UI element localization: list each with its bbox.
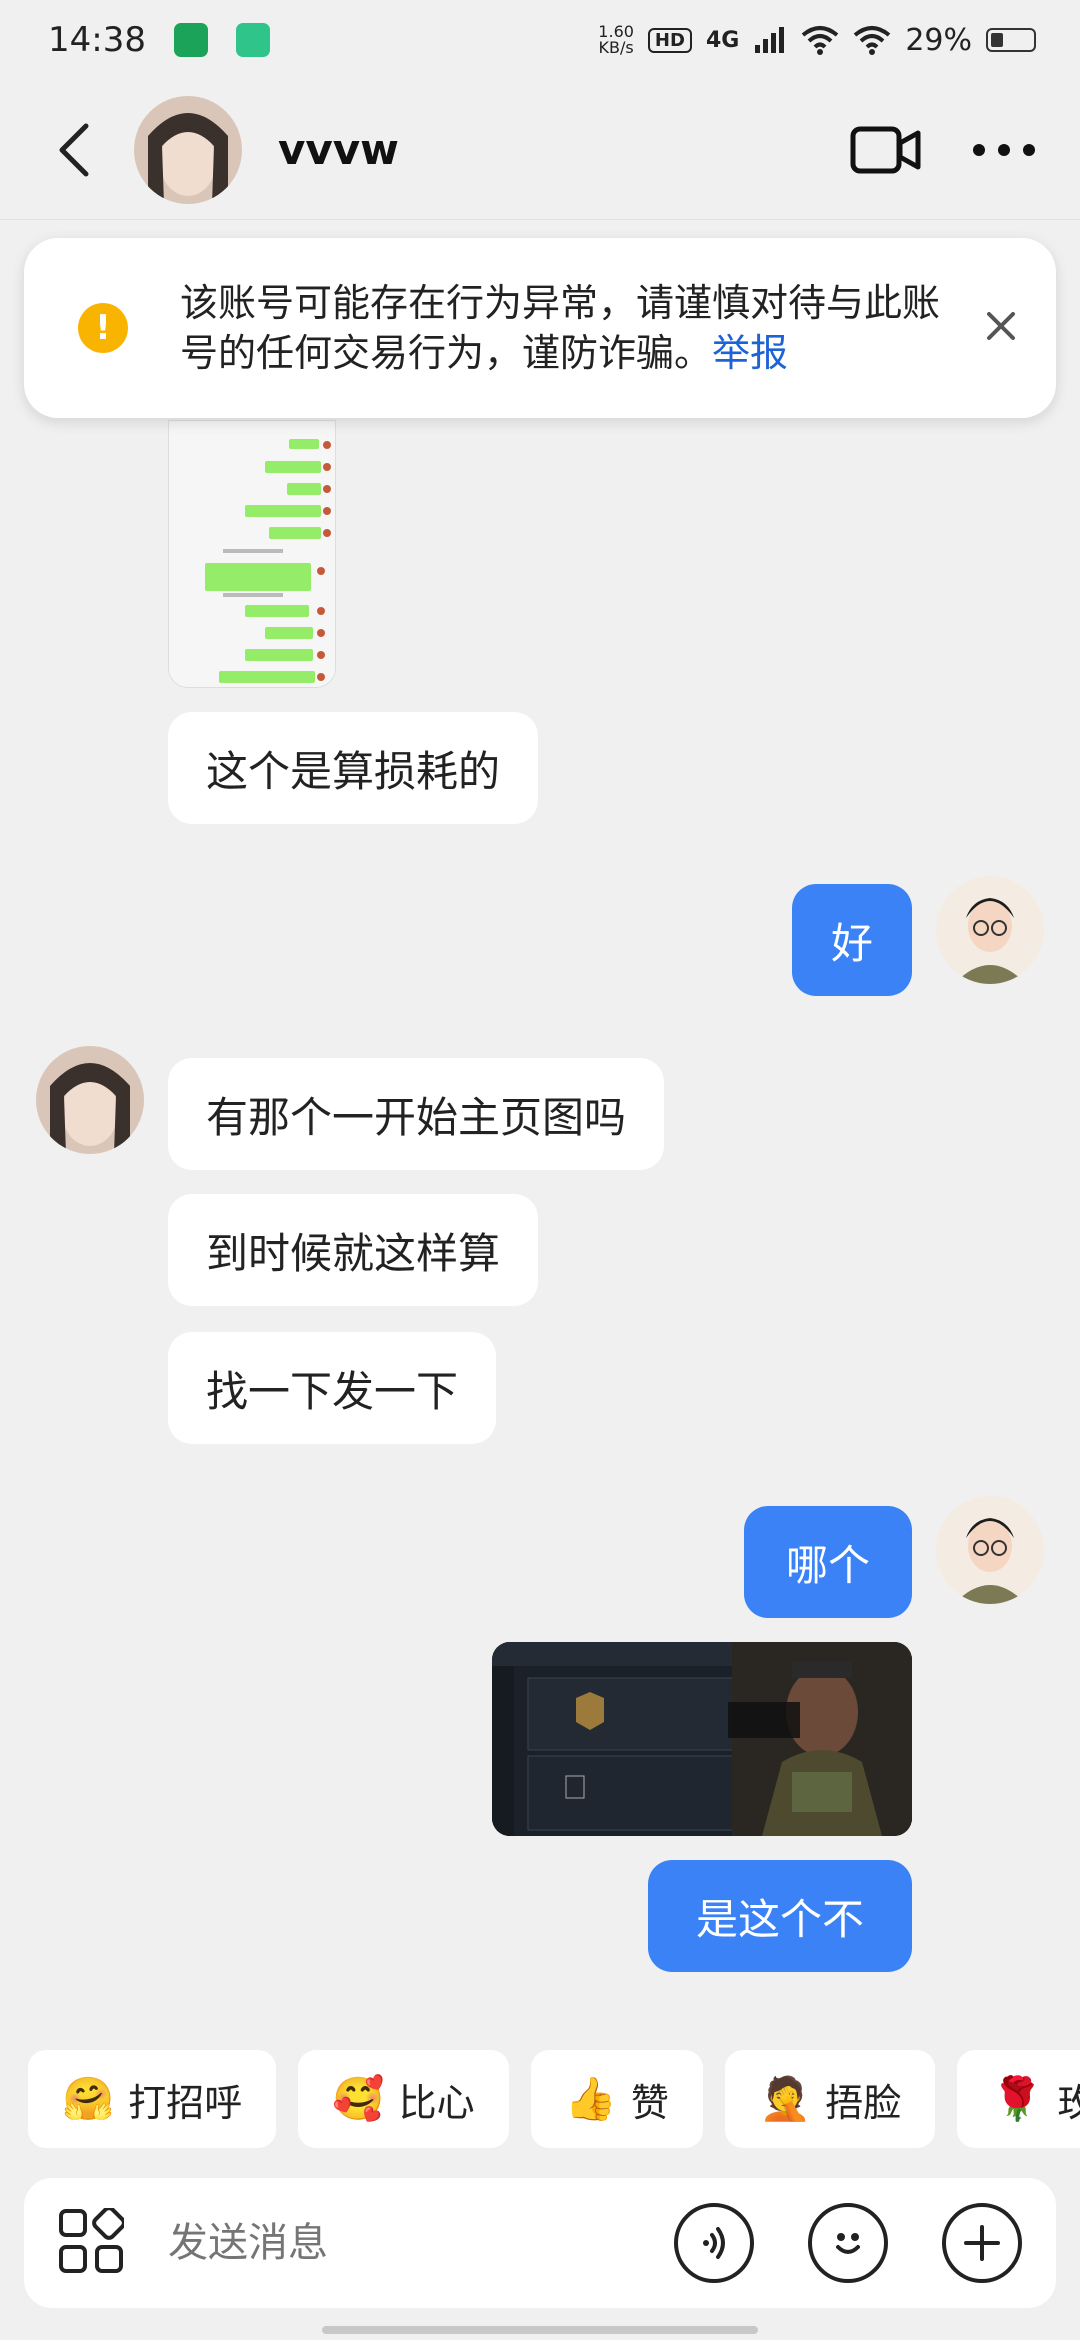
header-actions bbox=[850, 125, 1036, 175]
emoji-button[interactable] bbox=[808, 2203, 888, 2283]
outgoing-message[interactable]: 好 bbox=[792, 884, 912, 996]
app-notification-icon-2 bbox=[235, 23, 270, 57]
warning-message: 该账号可能存在行为异常，请谨慎对待与此账号的任何交易行为，谨防诈骗。 bbox=[180, 281, 941, 375]
report-link[interactable]: 举报 bbox=[712, 331, 788, 375]
quick-reply-label: 打招呼 bbox=[128, 2080, 243, 2125]
incoming-message[interactable]: 到时候就这样算 bbox=[168, 1194, 539, 1306]
chat-header: vvvw bbox=[0, 80, 1080, 220]
quick-reply-rose[interactable]: 🌹 玫 bbox=[957, 2050, 1080, 2148]
message-input[interactable] bbox=[166, 2219, 666, 2267]
warning-text: 该账号可能存在行为异常，请谨慎对待与此账号的任何交易行为，谨防诈骗。举报 bbox=[180, 278, 950, 378]
hd-badge: HD bbox=[647, 27, 692, 53]
outgoing-message[interactable]: 哪个 bbox=[744, 1506, 912, 1618]
quick-reply-label: 捂脸 bbox=[825, 2080, 902, 2125]
status-left: 14:38 bbox=[48, 20, 270, 60]
apps-button[interactable] bbox=[58, 2206, 126, 2278]
status-bar: 14:38 1.60 KB/s HD 4G 29% bbox=[0, 0, 1080, 80]
voice-button[interactable] bbox=[674, 2203, 754, 2283]
home-indicator[interactable] bbox=[322, 2326, 758, 2334]
facepalm-emoji-icon: 🤦 bbox=[758, 2074, 812, 2123]
avatar-image bbox=[134, 95, 242, 204]
emoji-icon bbox=[836, 2233, 860, 2254]
my-avatar-image bbox=[936, 876, 1044, 984]
more-button[interactable] bbox=[972, 143, 1036, 157]
chat-screenshot-image bbox=[169, 421, 335, 687]
video-call-button[interactable] bbox=[850, 125, 922, 175]
more-icon bbox=[973, 143, 1035, 156]
quick-reply-label: 玫 bbox=[1057, 2080, 1080, 2125]
quick-reply-heart[interactable]: 🥰 比心 bbox=[298, 2050, 509, 2148]
add-button[interactable] bbox=[942, 2203, 1022, 2283]
status-right: 1.60 KB/s HD 4G 29% bbox=[598, 23, 1036, 58]
net-speed: 1.60 KB/s bbox=[598, 24, 634, 56]
quick-reply-greet[interactable]: 🤗 打招呼 bbox=[28, 2050, 277, 2148]
wifi-icon bbox=[802, 26, 839, 55]
quick-reply-label: 比心 bbox=[398, 2080, 475, 2125]
rose-emoji-icon: 🌹 bbox=[991, 2074, 1044, 2123]
close-icon bbox=[987, 312, 1015, 340]
apps-grid-icon bbox=[59, 2206, 126, 2273]
contact-avatar[interactable] bbox=[134, 95, 242, 204]
status-time: 14:38 bbox=[48, 20, 146, 60]
game-screenshot-image bbox=[492, 1642, 912, 1836]
contact-message-avatar[interactable] bbox=[36, 1046, 144, 1154]
quick-reply-label: 赞 bbox=[630, 2080, 669, 2125]
close-warning-button[interactable] bbox=[986, 311, 1016, 345]
add-icon bbox=[964, 2225, 1000, 2261]
shared-game-screenshot[interactable] bbox=[492, 1642, 912, 1836]
incoming-message[interactable]: 有那个一开始主页图吗 bbox=[168, 1058, 665, 1170]
risk-warning-banner: ! 该账号可能存在行为异常，请谨慎对待与此账号的任何交易行为，谨防诈骗。举报 bbox=[24, 238, 1056, 418]
my-avatar-image bbox=[936, 1496, 1044, 1604]
quick-reply-facepalm[interactable]: 🤦 捂脸 bbox=[724, 2050, 936, 2148]
shared-chat-screenshot[interactable] bbox=[168, 420, 336, 688]
contact-name[interactable]: vvvw bbox=[278, 125, 399, 174]
my-avatar[interactable] bbox=[936, 1496, 1044, 1604]
signal-icon bbox=[755, 27, 785, 53]
heart-emoji-icon: 🥰 bbox=[332, 2074, 385, 2123]
incoming-message[interactable]: 这个是算损耗的 bbox=[168, 712, 539, 824]
contact-message-avatar-image bbox=[36, 1046, 144, 1154]
message-input-bar bbox=[24, 2178, 1056, 2308]
app-notification-icon bbox=[173, 23, 208, 57]
outgoing-message[interactable]: 是这个不 bbox=[648, 1860, 912, 1972]
video-call-icon bbox=[850, 126, 921, 173]
battery-fill bbox=[991, 33, 1003, 47]
back-button[interactable] bbox=[34, 110, 114, 190]
greet-emoji-icon: 🤗 bbox=[62, 2074, 115, 2123]
thumbs-up-icon: 👍 bbox=[564, 2074, 617, 2123]
incoming-message[interactable]: 找一下发一下 bbox=[168, 1332, 497, 1444]
wifi-icon-2 bbox=[854, 26, 891, 55]
quick-reply-bar: 🤗 打招呼 🥰 比心 👍 赞 🤦 捂脸 🌹 玫 bbox=[28, 2050, 1080, 2148]
network-type: 4G bbox=[705, 27, 740, 53]
input-actions bbox=[674, 2203, 1022, 2283]
quick-reply-like[interactable]: 👍 赞 bbox=[530, 2050, 703, 2148]
my-avatar[interactable] bbox=[936, 876, 1044, 984]
battery-percent: 29% bbox=[905, 22, 972, 58]
back-icon bbox=[59, 123, 89, 176]
battery-icon bbox=[986, 28, 1036, 52]
voice-icon bbox=[703, 2227, 725, 2259]
net-speed-unit: KB/s bbox=[598, 38, 634, 57]
warning-icon: ! bbox=[78, 303, 128, 353]
